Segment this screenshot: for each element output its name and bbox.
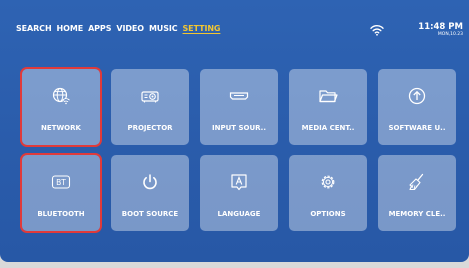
nav-search[interactable]: SEARCH <box>16 24 52 33</box>
bt-icon: BT <box>51 172 71 192</box>
clock: 11:48 PM MON,10.23 <box>418 22 463 38</box>
nav-home[interactable]: HOME <box>57 24 84 33</box>
language-icon <box>229 172 249 192</box>
settings-grid: NETWORK PROJECTOR INPUT SOUR.. MEDIA CEN… <box>22 69 456 231</box>
tile-label: MEMORY CLE.. <box>388 210 446 218</box>
tile-label: MEDIA CENT.. <box>301 124 355 132</box>
clock-time: 11:48 PM <box>418 22 463 32</box>
clock-date: MON,10.23 <box>437 32 463 37</box>
tile-projector[interactable]: PROJECTOR <box>111 69 189 145</box>
folder-icon <box>318 86 338 106</box>
tile-software-update[interactable]: SOFTWARE U.. <box>378 69 456 145</box>
tile-options[interactable]: OPTIONS <box>289 155 367 231</box>
broom-icon <box>407 172 427 192</box>
svg-text:BT: BT <box>56 178 66 187</box>
nav-music[interactable]: MUSIC <box>149 24 178 33</box>
tile-label: OPTIONS <box>310 210 346 218</box>
nav-setting[interactable]: SETTING <box>183 24 221 33</box>
wifi-icon <box>370 25 384 36</box>
tile-boot-source[interactable]: BOOT SOURCE <box>111 155 189 231</box>
power-icon <box>140 172 160 192</box>
tile-label: BOOT SOURCE <box>121 210 179 218</box>
hdmi-icon <box>229 86 249 106</box>
globe-wifi-icon <box>51 86 71 106</box>
tile-language[interactable]: LANGUAGE <box>200 155 278 231</box>
top-nav: SEARCH HOME APPS VIDEO MUSIC SETTING <box>16 24 220 33</box>
tile-memory-clean[interactable]: MEMORY CLE.. <box>378 155 456 231</box>
tile-bluetooth[interactable]: BT BLUETOOTH <box>22 155 100 231</box>
tile-label: NETWORK <box>41 124 81 132</box>
tile-network[interactable]: NETWORK <box>22 69 100 145</box>
tile-media-center[interactable]: MEDIA CENT.. <box>289 69 367 145</box>
tile-label: LANGUAGE <box>217 210 261 218</box>
top-bar: SEARCH HOME APPS VIDEO MUSIC SETTING 11:… <box>0 0 469 60</box>
tile-label: BLUETOOTH <box>37 210 85 218</box>
tile-input-source[interactable]: INPUT SOUR.. <box>200 69 278 145</box>
gear-icon <box>318 172 338 192</box>
nav-video[interactable]: VIDEO <box>116 24 144 33</box>
upload-icon <box>407 86 427 106</box>
tile-label: SOFTWARE U.. <box>388 124 446 132</box>
tile-label: PROJECTOR <box>127 124 173 132</box>
settings-screen: SEARCH HOME APPS VIDEO MUSIC SETTING 11:… <box>0 0 469 262</box>
tile-label: INPUT SOUR.. <box>211 124 266 132</box>
nav-apps[interactable]: APPS <box>88 24 111 33</box>
projector-icon <box>140 86 160 106</box>
